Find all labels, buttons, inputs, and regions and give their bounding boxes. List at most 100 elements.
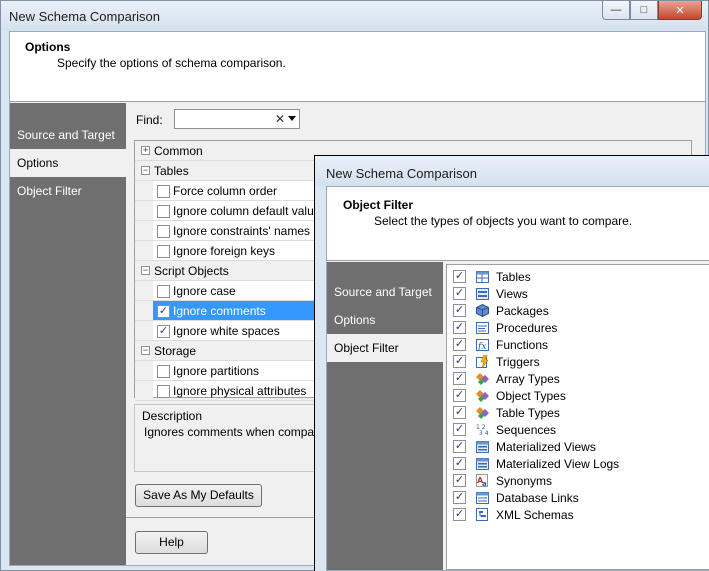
collapse-icon[interactable]: − xyxy=(141,166,150,175)
object-label: Packages xyxy=(496,304,549,318)
object-label: Functions xyxy=(496,338,549,352)
find-input[interactable]: ✕ xyxy=(174,109,300,129)
checkbox-checked[interactable]: ✓ xyxy=(453,474,466,487)
nav-item-options[interactable]: Options xyxy=(10,149,126,177)
minimize-button[interactable]: — xyxy=(602,1,630,20)
clear-icon[interactable]: ✕ xyxy=(275,112,285,126)
trigger-icon xyxy=(475,354,490,369)
checkbox-checked[interactable]: ✓ xyxy=(453,338,466,351)
nav-item-object-filter[interactable]: Object Filter xyxy=(10,177,126,205)
checkbox-checked[interactable]: ✓ xyxy=(157,325,170,338)
list-item[interactable]: ✓ 1 23 4 Sequences xyxy=(447,421,709,438)
checkbox-checked[interactable]: ✓ xyxy=(453,491,466,504)
group-label: Common xyxy=(154,144,203,158)
window-title: New Schema Comparison xyxy=(9,9,161,24)
list-item[interactable]: ✓ Procedures xyxy=(447,319,709,336)
checkbox-checked[interactable]: ✓ xyxy=(453,287,466,300)
svg-text:3 4: 3 4 xyxy=(479,430,489,436)
checkbox-checked[interactable]: ✓ xyxy=(453,270,466,283)
object-label: Database Links xyxy=(496,491,579,505)
checkbox[interactable] xyxy=(157,365,170,378)
checkbox-checked[interactable]: ✓ xyxy=(453,406,466,419)
table-type-icon xyxy=(475,405,490,420)
option-label: Ignore column default values xyxy=(173,204,327,218)
object-label: XML Schemas xyxy=(496,508,574,522)
object-label: Sequences xyxy=(496,423,557,437)
save-as-my-defaults-button[interactable]: Save As My Defaults xyxy=(135,484,262,507)
view-icon xyxy=(475,286,490,301)
checkbox-checked[interactable]: ✓ xyxy=(453,440,466,453)
checkbox-checked[interactable]: ✓ xyxy=(453,508,466,521)
package-icon xyxy=(475,303,490,318)
list-item[interactable]: ✓ Array Types xyxy=(447,370,709,387)
indent-bar xyxy=(135,321,153,340)
materialized-view-icon xyxy=(475,439,490,454)
checkbox[interactable] xyxy=(157,205,170,218)
page-subtitle: Specify the options of schema comparison… xyxy=(57,56,286,70)
list-item[interactable]: ✓ fx Functions xyxy=(447,336,709,353)
help-button[interactable]: Help xyxy=(135,531,208,554)
checkbox[interactable] xyxy=(157,225,170,238)
list-item[interactable]: ✓ Materialized View Logs xyxy=(447,455,709,472)
collapse-icon[interactable]: − xyxy=(141,346,150,355)
checkbox[interactable] xyxy=(157,385,170,398)
checkbox-checked[interactable]: ✓ xyxy=(453,389,466,402)
object-type-icon xyxy=(475,388,490,403)
minimize-icon: — xyxy=(610,4,622,16)
checkbox-checked[interactable]: ✓ xyxy=(453,355,466,368)
option-label: Force column order xyxy=(173,184,278,198)
group-label: Storage xyxy=(154,344,197,358)
list-item[interactable]: ✓ Aa Synonyms xyxy=(447,472,709,489)
nav-item-options[interactable]: Options xyxy=(327,306,443,334)
window-client: Object Filter Select the types of object… xyxy=(326,186,709,571)
indent-bar xyxy=(135,381,153,400)
nav-item-object-filter[interactable]: Object Filter xyxy=(327,334,443,362)
checkbox-checked[interactable]: ✓ xyxy=(453,372,466,385)
function-icon: fx xyxy=(475,337,490,352)
svg-text:a: a xyxy=(482,480,487,487)
list-item[interactable]: ✓ Object Types xyxy=(447,387,709,404)
indent-bar xyxy=(135,181,153,200)
list-item[interactable]: ✓ Database Links xyxy=(447,489,709,506)
list-item[interactable]: ✓ XML Schemas xyxy=(447,506,709,523)
expand-icon[interactable]: + xyxy=(141,146,150,155)
checkbox[interactable] xyxy=(157,245,170,258)
object-label: Table Types xyxy=(496,406,560,420)
object-label: Views xyxy=(496,287,528,301)
title-bar[interactable]: New Schema Comparison — □ ✕ xyxy=(1,1,708,31)
button-label: Help xyxy=(159,535,184,549)
materialized-view-log-icon xyxy=(475,456,490,471)
object-label: Materialized Views xyxy=(496,440,596,454)
nav-item-source-and-target[interactable]: Source and Target xyxy=(10,121,126,149)
list-item[interactable]: ✓ Tables xyxy=(447,268,709,285)
indent-bar xyxy=(135,301,153,320)
list-item[interactable]: ✓ Views xyxy=(447,285,709,302)
group-label: Script Objects xyxy=(154,264,229,278)
synonym-icon: Aa xyxy=(475,473,490,488)
object-label: Procedures xyxy=(496,321,558,335)
checkbox-checked[interactable]: ✓ xyxy=(453,321,466,334)
chevron-down-icon[interactable] xyxy=(288,116,296,121)
indent-bar xyxy=(135,361,153,380)
nav-item-source-and-target[interactable]: Source and Target xyxy=(327,278,443,306)
option-label: Ignore case xyxy=(173,284,236,298)
checkbox-checked[interactable]: ✓ xyxy=(157,305,170,318)
wizard-nav: Source and Target Options Object Filter xyxy=(10,103,126,565)
checkbox[interactable] xyxy=(157,185,170,198)
option-label: Ignore comments xyxy=(173,304,266,318)
list-item[interactable]: ✓ Materialized Views xyxy=(447,438,709,455)
title-bar[interactable]: New Schema Comparison xyxy=(315,156,709,186)
maximize-button[interactable]: □ xyxy=(630,1,658,20)
list-item[interactable]: ✓ Table Types xyxy=(447,404,709,421)
collapse-icon[interactable]: − xyxy=(141,266,150,275)
checkbox-checked[interactable]: ✓ xyxy=(453,423,466,436)
checkbox[interactable] xyxy=(157,285,170,298)
button-label: Save As My Defaults xyxy=(143,488,254,502)
list-item[interactable]: ✓ Triggers xyxy=(447,353,709,370)
list-item[interactable]: ✓ Packages xyxy=(447,302,709,319)
checkbox-checked[interactable]: ✓ xyxy=(453,457,466,470)
group-label: Tables xyxy=(154,164,189,178)
indent-bar xyxy=(135,281,153,300)
checkbox-checked[interactable]: ✓ xyxy=(453,304,466,317)
close-button[interactable]: ✕ xyxy=(658,1,702,20)
